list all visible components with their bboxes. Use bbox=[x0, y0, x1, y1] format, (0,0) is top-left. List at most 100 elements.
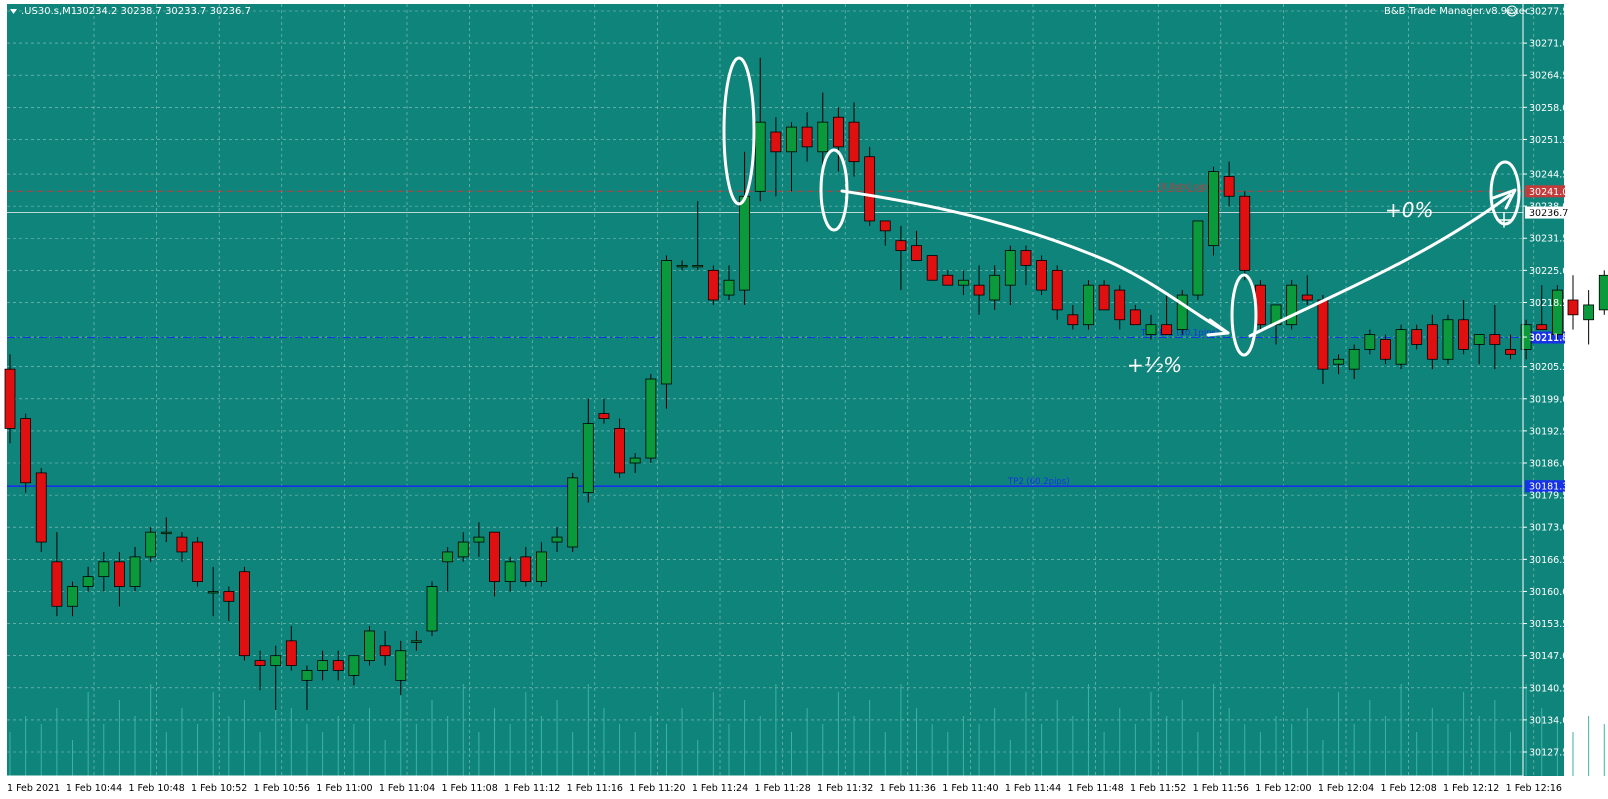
candle-bear bbox=[1067, 314, 1079, 326]
candle-bear bbox=[832, 116, 844, 148]
candle-bull bbox=[317, 660, 329, 671]
candle-bear bbox=[332, 660, 344, 671]
candle-bull bbox=[754, 121, 766, 192]
candle-bear bbox=[192, 541, 203, 582]
candle-bear bbox=[1223, 176, 1235, 197]
time-tick-label: 1 Feb 2021 bbox=[7, 783, 60, 794]
time-tick-label: 1 Feb 11:04 bbox=[379, 783, 435, 794]
price-chart[interactable]: 30241.0(0.0pts) pips30236.730211.4TP1 B/… bbox=[0, 0, 1608, 799]
chart-window[interactable]: 30241.0 (0.0pts) pips 30236.7 30211.4 TP1 B/… bbox=[0, 0, 1608, 799]
time-tick-label: 1 Feb 11:36 bbox=[880, 783, 936, 794]
price-tick-label: 30225.0 bbox=[1529, 266, 1568, 277]
candle-bull bbox=[67, 586, 78, 607]
time-tick-label: 1 Feb 11:32 bbox=[817, 783, 873, 794]
price-tick-label: 30186.0 bbox=[1529, 459, 1568, 470]
candle-bear bbox=[1036, 260, 1047, 291]
time-tick-label: 1 Feb 11:48 bbox=[1067, 783, 1123, 794]
time-tick-label: 1 Feb 11:24 bbox=[692, 783, 748, 794]
candle-bear bbox=[1489, 334, 1501, 345]
candle-bull bbox=[160, 531, 172, 535]
candle-bull bbox=[989, 274, 1001, 301]
time-tick-label: 1 Feb 10:56 bbox=[254, 783, 310, 794]
candle-bull bbox=[129, 556, 141, 587]
candle-bear bbox=[1161, 324, 1173, 335]
time-tick-label: 1 Feb 12:12 bbox=[1443, 783, 1499, 794]
candle-bull bbox=[1333, 358, 1344, 365]
time-tick-label: 1 Feb 12:00 bbox=[1255, 783, 1311, 794]
candle-bull bbox=[426, 586, 438, 632]
candle-bear bbox=[379, 645, 391, 657]
candle-bear bbox=[926, 255, 938, 281]
candle-bear bbox=[489, 531, 500, 582]
candle-bear bbox=[707, 269, 719, 301]
price-tick-label: 30211.5 bbox=[1529, 333, 1568, 344]
candle-bull bbox=[692, 265, 704, 268]
candle-bull bbox=[1583, 304, 1595, 321]
price-tick-label: 30258.0 bbox=[1529, 103, 1568, 114]
candle-bear bbox=[1129, 309, 1141, 326]
candle-bull bbox=[1395, 329, 1407, 365]
candle-bull bbox=[536, 551, 547, 582]
time-axis[interactable]: 1 Feb 2021 1 Feb 10:44 1 Feb 10:48 1 Feb 10… bbox=[6, 775, 1562, 794]
candle-bull bbox=[582, 423, 594, 494]
candle-bull bbox=[1551, 289, 1563, 335]
candle-bull bbox=[1004, 250, 1016, 286]
price-tick-label: 30238.0 bbox=[1529, 202, 1568, 213]
price-tick-label: 30160.0 bbox=[1529, 587, 1568, 598]
time-tick-label: 1 Feb 10:48 bbox=[128, 783, 184, 794]
candle-bull bbox=[270, 655, 282, 666]
candle-bear bbox=[1098, 284, 1110, 311]
candle-bear bbox=[1301, 294, 1313, 301]
candle-bull bbox=[1598, 274, 1608, 311]
candle-bear bbox=[239, 571, 250, 657]
tp2-level-label: TP2 (60.2pips) bbox=[1007, 477, 1070, 487]
candle-bear bbox=[864, 156, 876, 222]
candle-bull bbox=[1442, 319, 1454, 360]
candle-bear bbox=[911, 245, 922, 261]
candle-bull bbox=[567, 477, 579, 548]
candle-bear bbox=[942, 274, 954, 286]
candle-bear bbox=[1536, 324, 1548, 331]
candle-bull bbox=[661, 260, 672, 385]
price-tick-label: 30179.5 bbox=[1529, 491, 1568, 502]
candle-bear bbox=[1051, 269, 1063, 311]
price-tick-label: 30244.5 bbox=[1529, 170, 1568, 181]
price-tick-label: 30264.5 bbox=[1529, 71, 1568, 82]
candle-bear bbox=[1239, 195, 1251, 271]
candle-bull bbox=[473, 536, 485, 543]
candle-bull bbox=[1083, 284, 1094, 326]
candle-bull bbox=[1473, 334, 1485, 345]
price-tick-label: 30271.0 bbox=[1529, 39, 1568, 50]
entry-sl-level-label: (0.0pts) pips bbox=[1158, 182, 1212, 192]
plot-area[interactable] bbox=[7, 4, 1564, 776]
candle-bear bbox=[114, 561, 125, 587]
candle-bull bbox=[629, 457, 641, 464]
price-tick-label: 30192.5 bbox=[1529, 426, 1568, 437]
candle-bull bbox=[817, 121, 829, 153]
candle-bear bbox=[598, 413, 610, 419]
candle-bear bbox=[1317, 299, 1329, 370]
candle-bull bbox=[1364, 334, 1376, 350]
price-tick-label: 30166.5 bbox=[1529, 555, 1568, 566]
price-tick-label: 30134.0 bbox=[1529, 715, 1568, 726]
time-tick-label: 1 Feb 12:08 bbox=[1380, 783, 1436, 794]
candle-bull bbox=[442, 551, 454, 563]
price-tick-label: 30205.5 bbox=[1529, 362, 1568, 373]
candle-bear bbox=[4, 368, 16, 429]
candle-bull bbox=[98, 561, 110, 578]
candle-bull bbox=[723, 279, 735, 296]
time-tick-label: 1 Feb 11:08 bbox=[441, 783, 497, 794]
candle-bear bbox=[770, 131, 782, 153]
candle-bear bbox=[223, 591, 235, 602]
candle-bull bbox=[82, 576, 94, 587]
candle-bear bbox=[20, 418, 32, 484]
time-tick-label: 1 Feb 11:44 bbox=[1005, 783, 1061, 794]
candle-bear bbox=[895, 240, 907, 251]
candle-bear bbox=[285, 640, 297, 666]
candle-bear bbox=[973, 284, 985, 296]
candle-bull bbox=[1208, 171, 1219, 247]
candle-bear bbox=[1114, 289, 1126, 321]
price-tick-label: 30147.0 bbox=[1529, 651, 1568, 662]
time-tick-label: 1 Feb 11:12 bbox=[504, 783, 560, 794]
candle-bull bbox=[364, 630, 375, 662]
